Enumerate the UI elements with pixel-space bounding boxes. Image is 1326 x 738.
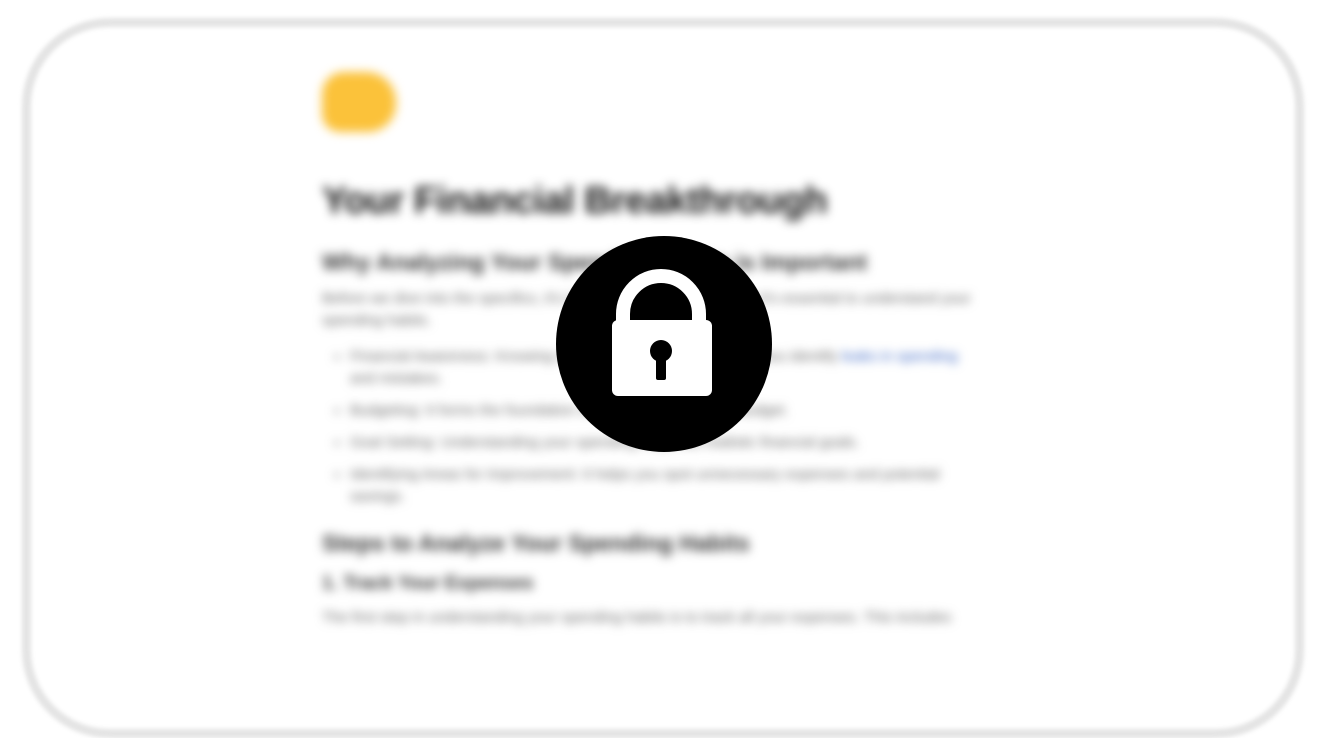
brand-logo: [322, 72, 396, 132]
lock-icon: [612, 269, 712, 396]
step-text: The first step in understanding your spe…: [322, 609, 952, 626]
section-heading-steps: Steps to Analyze Your Spending Habits: [322, 530, 750, 556]
list-item: Identifying Areas for Improvement: It he…: [350, 464, 982, 508]
step-heading: 1. Track Your Expenses: [322, 573, 534, 594]
locked-content-button[interactable]: [556, 236, 772, 452]
inline-link[interactable]: leaks in spending: [842, 348, 958, 365]
page-title: Your Financial Breakthrough: [322, 180, 828, 222]
